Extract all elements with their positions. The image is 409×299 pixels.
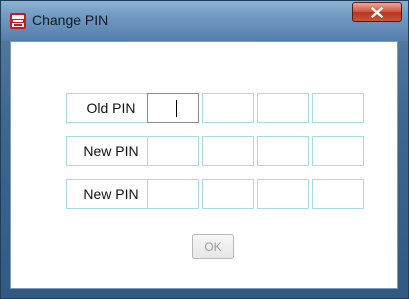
confirm-pin-digit-3[interactable] (257, 179, 309, 209)
close-icon (371, 6, 383, 18)
close-button[interactable] (352, 2, 402, 22)
new-pin-digit-2[interactable] (202, 136, 254, 166)
window-title: Change PIN (32, 12, 109, 28)
dialog-content: Old PIN New PIN New PIN OK (10, 41, 398, 289)
new-pin-digit-4[interactable] (312, 136, 364, 166)
confirm-pin-digit-1[interactable] (147, 179, 199, 209)
old-pin-digit-4[interactable] (312, 93, 364, 123)
confirm-pin-label: New PIN (66, 179, 156, 209)
old-pin-digit-2[interactable] (202, 93, 254, 123)
confirm-pin-digit-4[interactable] (312, 179, 364, 209)
confirm-pin-digit-2[interactable] (202, 179, 254, 209)
old-pin-digit-1[interactable] (147, 93, 199, 123)
app-logo-icon (10, 13, 26, 29)
new-pin-digit-3[interactable] (257, 136, 309, 166)
title-bar[interactable]: Change PIN (1, 1, 408, 41)
ok-button[interactable]: OK (192, 234, 234, 259)
old-pin-digit-3[interactable] (257, 93, 309, 123)
new-pin-digit-1[interactable] (147, 136, 199, 166)
new-pin-label: New PIN (66, 136, 156, 166)
change-pin-window: Change PIN Old PIN New PIN New PIN OK (0, 0, 409, 299)
text-cursor (176, 100, 177, 117)
old-pin-label: Old PIN (66, 93, 156, 123)
